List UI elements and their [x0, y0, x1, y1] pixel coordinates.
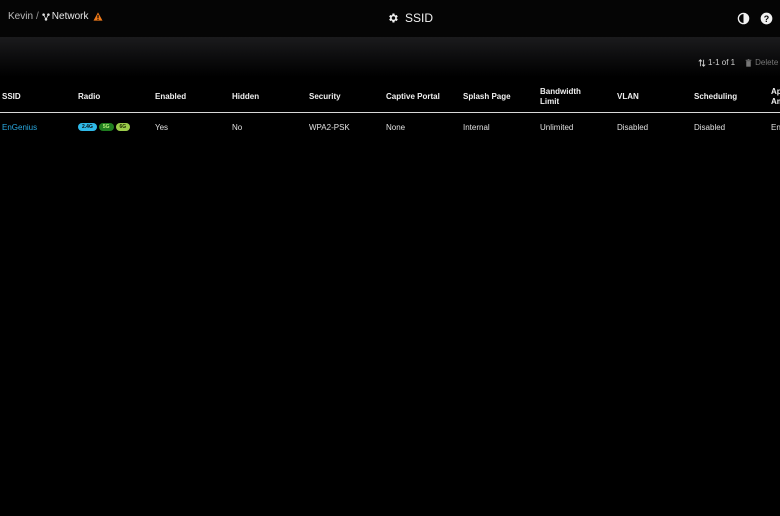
ssid-link[interactable]: EnGenius	[2, 113, 37, 141]
delete-label: Delete	[755, 58, 779, 67]
breadcrumb-network[interactable]: Network	[42, 11, 89, 22]
theme-toggle-icon[interactable]	[737, 12, 750, 25]
help-icon[interactable]: ?	[760, 12, 773, 25]
cell-security: WPA2-PSK	[309, 122, 350, 132]
table-header: SSID Radio Enabled Hidden Security Capti…	[0, 82, 780, 113]
radio-badges: 2.4G 5G 6G	[78, 113, 132, 141]
gear-icon	[389, 13, 398, 23]
ssid-table: SSID Radio Enabled Hidden Security Capti…	[0, 82, 780, 141]
page-title-text: SSID	[405, 11, 434, 25]
warning-icon[interactable]	[93, 12, 103, 21]
column-header-enabled[interactable]: Enabled	[155, 82, 186, 112]
column-header-hidden[interactable]: Hidden	[232, 82, 259, 112]
radio-badge-2-4g: 2.4G	[78, 123, 97, 131]
cell-scheduling: Disabled	[694, 122, 726, 132]
cell-captive-portal: None	[386, 122, 406, 132]
column-header-security[interactable]: Security	[309, 82, 341, 112]
sort-icon[interactable]	[698, 58, 706, 67]
breadcrumb-org[interactable]: Kevin	[8, 11, 33, 22]
svg-text:?: ?	[764, 14, 769, 24]
column-header-vlan[interactable]: VLAN	[617, 82, 639, 112]
cell-splash-page: Internal	[463, 122, 490, 132]
cell-hidden: No	[232, 122, 243, 132]
table-row[interactable]: EnGenius 2.4G 5G 6G Yes No WPA2-PSK None…	[0, 113, 780, 141]
breadcrumb: Kevin / Network	[8, 11, 103, 22]
toolbar-band	[0, 37, 780, 77]
radio-badge-5g: 5G	[98, 123, 114, 131]
cell-truncated: En	[771, 122, 780, 132]
column-header-bandwidth-limit[interactable]: Bandwidth Limit	[540, 82, 600, 112]
network-icon	[42, 12, 50, 21]
column-header-scheduling[interactable]: Scheduling	[694, 82, 737, 112]
top-bar: Kevin / Network SSID ?	[0, 0, 780, 37]
breadcrumb-separator: /	[36, 11, 39, 22]
cell-vlan: Disabled	[617, 122, 649, 132]
table-toolbar: 1-1 of 1 Delete	[698, 58, 778, 67]
radio-badge-6g: 6G	[115, 123, 131, 131]
delete-button[interactable]: Delete	[745, 58, 778, 67]
trash-icon	[745, 58, 752, 67]
page-title: SSID	[387, 11, 433, 25]
column-header-ssid[interactable]: SSID	[2, 82, 21, 112]
cell-bandwidth-limit: Unlimited	[540, 122, 574, 132]
column-header-captive-portal[interactable]: Captive Portal	[386, 82, 440, 112]
pagination-count: 1-1 of 1	[708, 58, 736, 67]
column-header-truncated[interactable]: Ap Am	[771, 82, 780, 112]
cell-enabled: Yes	[155, 122, 169, 132]
breadcrumb-network-label: Network	[51, 11, 89, 22]
column-header-splash-page[interactable]: Splash Page	[463, 82, 511, 112]
column-header-radio[interactable]: Radio	[78, 82, 100, 112]
